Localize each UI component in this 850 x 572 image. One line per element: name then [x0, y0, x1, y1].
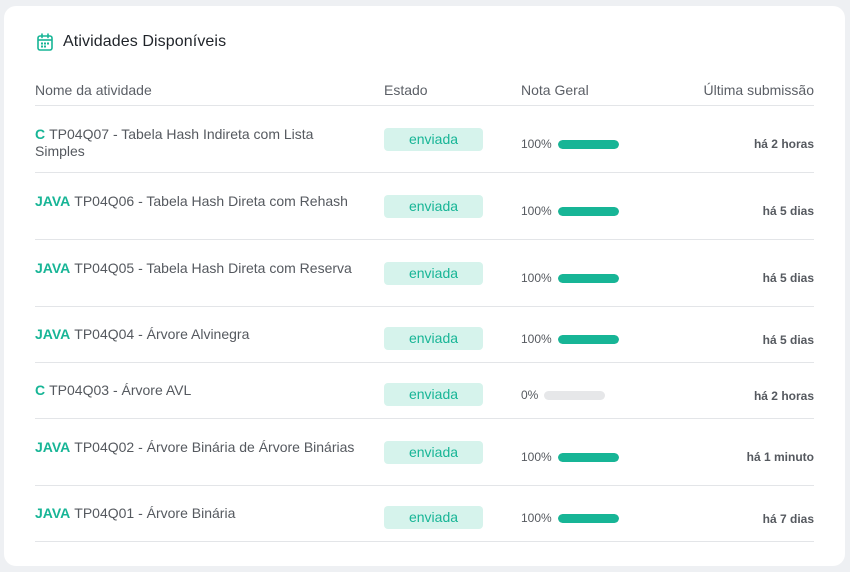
activity-row[interactable]: JAVA TP04Q01 - Árvore Binária enviada 100…	[35, 486, 814, 542]
last-submission: há 2 horas	[753, 137, 814, 151]
activity-language: JAVA	[35, 505, 71, 521]
grade-progress-fill	[557, 139, 619, 149]
grade-percent: 100%	[521, 271, 552, 285]
activity-row[interactable]: JAVA TP04Q04 - Árvore Alvinegra enviada 1…	[35, 307, 814, 363]
activity-title[interactable]: TP04Q06 - Tabela Hash Direta com Rehash	[74, 193, 348, 209]
grade-percent: 100%	[521, 332, 552, 346]
activity-language: JAVA	[35, 193, 71, 209]
grade-cell: 100%	[521, 450, 619, 464]
grade-progress-fill	[557, 273, 619, 283]
grade-progress-bar	[557, 334, 619, 344]
grade-progress-bar	[557, 206, 619, 216]
last-submission: há 5 dias	[762, 204, 814, 218]
activity-name[interactable]: JAVA TP04Q02 - Árvore Binária de Árvore B…	[35, 439, 355, 456]
status-badge: enviada	[384, 506, 483, 529]
grade-cell: 100%	[521, 511, 619, 525]
activity-row[interactable]: JAVA TP04Q06 - Tabela Hash Direta com Reh…	[35, 173, 814, 240]
last-submission: há 7 dias	[762, 512, 814, 526]
grade-cell: 100%	[521, 332, 619, 346]
activity-row[interactable]: C TP04Q03 - Árvore AVL enviada 0% há 2 ho…	[35, 363, 814, 419]
activity-name[interactable]: C TP04Q03 - Árvore AVL	[35, 382, 355, 399]
grade-percent: 100%	[521, 511, 552, 525]
grade-cell: 100%	[521, 271, 619, 285]
activity-name[interactable]: C TP04Q07 - Tabela Hash Indireta com List…	[35, 126, 355, 160]
activity-title[interactable]: TP04Q04 - Árvore Alvinegra	[74, 326, 249, 342]
grade-progress-bar	[557, 139, 619, 149]
status-badge: enviada	[384, 383, 483, 406]
card-header: Atividades Disponíveis	[37, 33, 226, 51]
column-header-state[interactable]: Estado	[384, 82, 428, 98]
table-header: Nome da atividade Estado Nota Geral Últi…	[35, 82, 814, 106]
activity-list: C TP04Q07 - Tabela Hash Indireta com List…	[35, 106, 814, 542]
status-badge: enviada	[384, 327, 483, 350]
grade-progress-fill	[557, 452, 619, 462]
grade-percent: 100%	[521, 137, 552, 151]
card-title: Atividades Disponíveis	[63, 33, 227, 50]
activity-language: JAVA	[35, 260, 71, 276]
activity-title[interactable]: TP04Q01 - Árvore Binária	[74, 505, 235, 521]
column-header-last-submission[interactable]: Última submissão	[704, 82, 814, 98]
last-submission: há 2 horas	[753, 389, 814, 403]
grade-progress-fill	[557, 513, 619, 523]
grade-progress-fill	[557, 334, 619, 344]
activity-name[interactable]: JAVA TP04Q06 - Tabela Hash Direta com Reh…	[35, 193, 355, 210]
activity-language: C	[35, 126, 46, 142]
activity-name[interactable]: JAVA TP04Q05 - Tabela Hash Direta com Res…	[35, 260, 355, 277]
grade-progress-bar	[557, 273, 619, 283]
activity-language: JAVA	[35, 326, 71, 342]
column-header-name[interactable]: Nome da atividade	[35, 82, 152, 98]
activity-name[interactable]: JAVA TP04Q04 - Árvore Alvinegra	[35, 326, 355, 343]
grade-cell: 100%	[521, 137, 619, 151]
grade-progress-bar	[557, 452, 619, 462]
grade-progress-bar	[544, 390, 606, 400]
status-badge: enviada	[384, 128, 483, 151]
activity-row[interactable]: JAVA TP04Q02 - Árvore Binária de Árvore B…	[35, 419, 814, 486]
grade-cell: 100%	[521, 204, 619, 218]
activity-name[interactable]: JAVA TP04Q01 - Árvore Binária	[35, 505, 355, 522]
grade-progress-bar	[557, 513, 619, 523]
grade-percent: 100%	[521, 204, 552, 218]
status-badge: enviada	[384, 441, 483, 464]
activity-title[interactable]: TP04Q02 - Árvore Binária de Árvore Binár…	[74, 439, 354, 455]
activity-row[interactable]: C TP04Q07 - Tabela Hash Indireta com List…	[35, 106, 814, 173]
activity-title[interactable]: TP04Q07 - Tabela Hash Indireta com Lista…	[35, 126, 313, 159]
grade-cell: 0%	[521, 388, 606, 402]
activity-title[interactable]: TP04Q05 - Tabela Hash Direta com Reserva	[74, 260, 352, 276]
last-submission: há 5 dias	[762, 333, 814, 347]
last-submission: há 1 minuto	[746, 450, 814, 464]
last-submission: há 5 dias	[762, 271, 814, 285]
activity-title[interactable]: TP04Q03 - Árvore AVL	[49, 382, 191, 398]
activity-row[interactable]: JAVA TP04Q05 - Tabela Hash Direta com Res…	[35, 240, 814, 307]
grade-percent: 100%	[521, 450, 552, 464]
grade-progress-fill	[557, 206, 619, 216]
grade-percent: 0%	[521, 388, 539, 402]
calendar-icon	[37, 33, 53, 51]
status-badge: enviada	[384, 262, 483, 285]
activity-language: C	[35, 382, 46, 398]
activity-language: JAVA	[35, 439, 71, 455]
column-header-grade[interactable]: Nota Geral	[521, 82, 589, 98]
status-badge: enviada	[384, 195, 483, 218]
activities-card: Atividades Disponíveis Nome da atividade…	[4, 6, 845, 566]
